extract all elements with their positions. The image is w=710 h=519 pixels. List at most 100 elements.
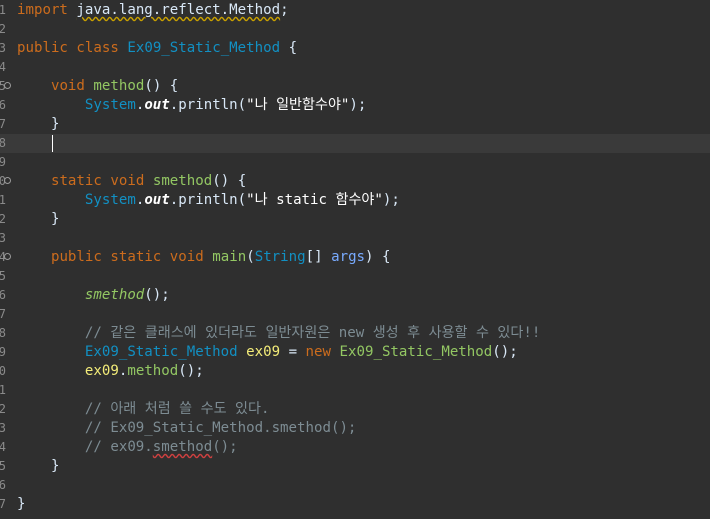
line-number: 7 — [0, 307, 6, 321]
code-line[interactable]: 5 void method() { — [0, 77, 710, 96]
line-number: 6 — [0, 288, 6, 302]
code-text: public class Ex09_Static_Method { — [17, 39, 297, 58]
code-token: ; — [280, 2, 289, 18]
code-token: ( — [246, 249, 255, 265]
code-token: out — [144, 97, 170, 113]
code-line[interactable]: 7 — [0, 305, 710, 324]
code-line[interactable]: 4 — [0, 58, 710, 77]
code-line[interactable]: 6 — [0, 476, 710, 495]
code-line[interactable]: 1 System.out.println("나 static 함수야"); — [0, 191, 710, 210]
code-token: String — [254, 249, 306, 265]
code-token: ); — [382, 192, 400, 208]
code-line[interactable]: 8 // 같은 클래스에 있더라도 일반자원은 new 생성 후 사용할 수 있… — [0, 324, 710, 343]
line-number: 1 — [0, 193, 6, 207]
code-token: Ex09_Static_Method — [84, 344, 238, 360]
fold-toggle-icon[interactable] — [4, 177, 11, 184]
code-token: ex09 — [84, 363, 119, 379]
code-line[interactable]: 1 import java.lang.reflect.Method; — [0, 1, 710, 20]
code-token: System — [84, 97, 136, 113]
code-text: Ex09_Static_Method ex09 = new Ex09_Stati… — [17, 343, 518, 362]
code-token: ex09 — [246, 344, 281, 360]
line-number: 4 — [0, 440, 6, 454]
code-token: .println( — [169, 97, 247, 113]
code-token: args — [331, 249, 366, 265]
code-token: // 같은 클래스에 있더라도 일반자원은 new 생성 후 사용할 수 있다!… — [84, 325, 541, 341]
code-token: new — [305, 344, 332, 360]
code-text: // Ex09_Static_Method.smethod(); — [17, 419, 357, 438]
line-number: 6 — [0, 98, 6, 112]
code-token: Ex09_Static_Method — [127, 40, 281, 56]
code-text: // 같은 클래스에 있더라도 일반자원은 new 생성 후 사용할 수 있다!… — [17, 324, 540, 343]
line-number: 6 — [0, 478, 6, 492]
code-line[interactable]: 0 static void smethod() { — [0, 172, 710, 191]
code-line[interactable]: 0 ex09.method(); — [0, 362, 710, 381]
line-number: 2 — [0, 212, 6, 226]
code-token: { — [280, 40, 298, 56]
code-line[interactable]: 2 — [0, 20, 710, 39]
code-token: ); — [349, 97, 367, 113]
code-line[interactable]: 5 — [0, 267, 710, 286]
fold-toggle-icon[interactable] — [4, 82, 11, 89]
code-text: void method() { — [17, 77, 178, 96]
code-token: method — [93, 78, 145, 94]
code-text: } — [17, 495, 26, 514]
code-line[interactable]: 4 public static void main(String[] args)… — [0, 248, 710, 267]
code-token: public — [17, 40, 68, 56]
code-token: static — [110, 249, 162, 265]
code-text: public static void main(String[] args) { — [17, 248, 391, 267]
line-number: 3 — [0, 421, 6, 435]
code-line[interactable]: 9 Ex09_Static_Method ex09 = new Ex09_Sta… — [0, 343, 710, 362]
line-number: 8 — [0, 326, 6, 340]
code-token: } — [17, 116, 60, 132]
code-token: smethod — [152, 439, 213, 455]
code-line[interactable]: 2 // 아래 처럼 쓸 수도 있다. — [0, 400, 710, 419]
line-number: 2 — [0, 22, 6, 36]
code-line[interactable]: 6 smethod(); — [0, 286, 710, 305]
code-token: // ex09. — [84, 439, 153, 455]
code-token: // Ex09_Static_Method.smethod(); — [84, 420, 357, 436]
code-token: main — [212, 249, 247, 265]
line-number: 5 — [0, 269, 6, 283]
code-line[interactable]: 3 public class Ex09_Static_Method { — [0, 39, 710, 58]
code-token: static — [50, 173, 102, 189]
code-line[interactable]: 9 — [0, 153, 710, 172]
code-text: // 아래 처럼 쓸 수도 있다. — [17, 400, 270, 419]
code-token: (); — [492, 344, 518, 360]
code-token: class — [76, 40, 119, 56]
line-number: 1 — [0, 3, 6, 17]
code-text: System.out.println("나 일반함수야"); — [17, 96, 367, 115]
code-text: static void smethod() { — [17, 172, 246, 191]
code-token: System — [84, 192, 136, 208]
code-line[interactable]: 3 — [0, 229, 710, 248]
fold-toggle-icon[interactable] — [4, 253, 11, 260]
code-line[interactable]: 6 System.out.println("나 일반함수야"); — [0, 96, 710, 115]
code-line[interactable]: 5 } — [0, 457, 710, 476]
code-token: (); — [178, 363, 204, 379]
code-text: } — [17, 115, 60, 134]
code-token: } — [17, 496, 26, 512]
code-text: // ex09.smethod(); — [17, 438, 238, 457]
code-line[interactable]: 7} — [0, 495, 710, 514]
code-token: } — [17, 458, 60, 474]
code-line[interactable]: 1 — [0, 381, 710, 400]
text-caret — [52, 135, 53, 152]
line-number: 7 — [0, 497, 6, 511]
code-line[interactable]: 4 // ex09.smethod(); — [0, 438, 710, 457]
code-token: (); — [212, 439, 238, 455]
code-line[interactable]: 3 // Ex09_Static_Method.smethod(); — [0, 419, 710, 438]
code-token: // 아래 처럼 쓸 수도 있다. — [84, 401, 270, 417]
code-token: [] — [305, 249, 332, 265]
code-line[interactable]: 8 — [0, 134, 710, 153]
code-line[interactable]: 2 } — [0, 210, 710, 229]
code-text: ex09.method(); — [17, 362, 204, 381]
code-line[interactable]: 7 } — [0, 115, 710, 134]
